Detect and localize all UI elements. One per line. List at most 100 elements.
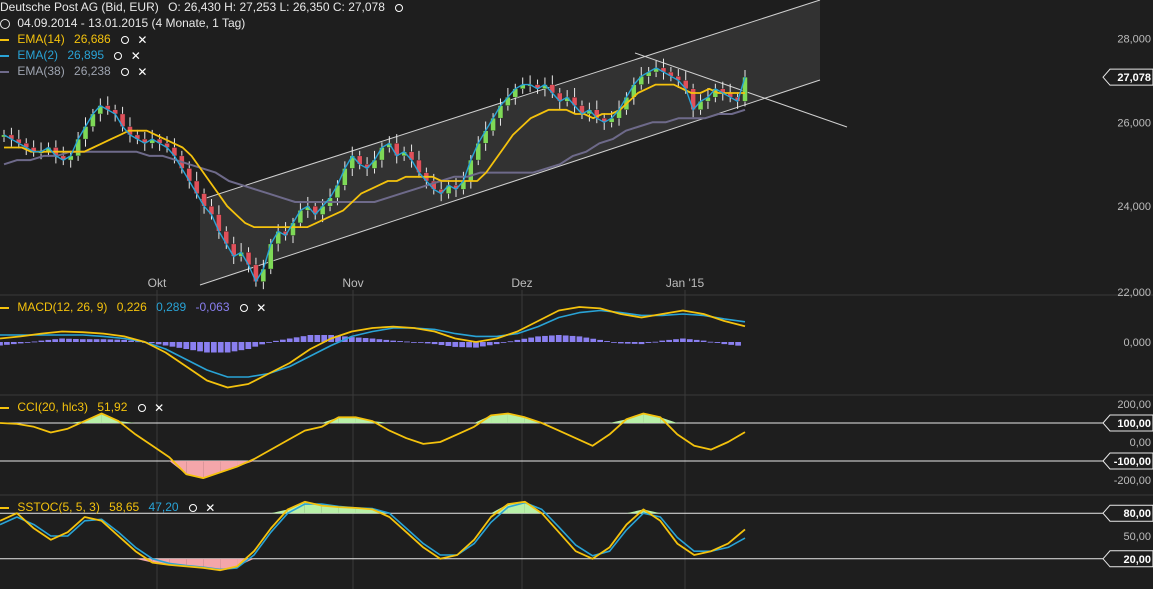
- macd-histogram-bar: [217, 342, 224, 353]
- last-price-label: 27,078: [1117, 72, 1151, 84]
- macd-histogram-bar: [686, 339, 693, 342]
- close-x-icon[interactable]: ✕: [154, 402, 164, 414]
- macd-hist-value: -0,063: [195, 300, 230, 315]
- macd-histogram-bar: [369, 338, 376, 342]
- sstoc-label: SSTOC(5, 5, 3): [17, 500, 100, 515]
- close-x-icon[interactable]: ✕: [205, 502, 215, 514]
- visibility-circle-icon[interactable]: [121, 35, 130, 44]
- macd-histogram-bar: [652, 341, 659, 343]
- macd-histogram-bar: [204, 342, 210, 353]
- close-x-icon[interactable]: ✕: [256, 302, 266, 314]
- macd-histogram-bar: [307, 335, 314, 342]
- macd-histogram-bar: [238, 342, 245, 351]
- macd-histogram-bar: [279, 339, 286, 342]
- cci-tick-label: 100,00: [1117, 418, 1151, 430]
- macd-histogram-bar: [86, 339, 93, 342]
- visibility-circle-icon[interactable]: [239, 303, 248, 312]
- macd-histogram-bar: [645, 342, 652, 343]
- macd-histogram-bar: [438, 342, 445, 346]
- close-x-icon[interactable]: ✕: [137, 34, 147, 46]
- macd-histogram-bar: [631, 342, 638, 344]
- price-tick-label: 22,000: [1117, 287, 1151, 299]
- macd-histogram-bar: [31, 341, 38, 343]
- visibility-circle-icon[interactable]: [137, 403, 146, 412]
- macd-histogram-bar: [286, 338, 293, 342]
- date-range-row: 04.09.2014 - 13.01.2015 (4 Monate, 1 Tag…: [0, 16, 245, 31]
- macd-label: MACD(12, 26, 9): [17, 300, 108, 315]
- visibility-circle-icon[interactable]: [395, 3, 404, 12]
- macd-histogram-bar: [362, 338, 369, 342]
- macd-histogram-bar: [514, 339, 521, 342]
- macd-histogram-bar: [79, 339, 86, 342]
- visibility-circle-icon[interactable]: [188, 503, 197, 512]
- macd-histogram-bar: [73, 338, 79, 342]
- macd-histogram-bar: [93, 339, 100, 342]
- macd-histogram-bar: [38, 340, 45, 342]
- close-x-icon[interactable]: ✕: [137, 66, 147, 78]
- macd-histogram-bar: [314, 335, 321, 342]
- macd-histogram-bar: [17, 342, 24, 344]
- ema38-label: EMA(38): [17, 64, 65, 79]
- sstoc-value: 58,65: [109, 500, 140, 515]
- month-label: Nov: [342, 276, 363, 290]
- macd-histogram-bar: [355, 337, 362, 342]
- cci-tick-label: -200,00: [1114, 475, 1151, 487]
- date-range: 04.09.2014 - 13.01.2015 (4 Monate, 1 Tag…: [17, 16, 246, 31]
- visibility-circle-icon[interactable]: [114, 51, 123, 60]
- macd-histogram-bar: [169, 342, 176, 347]
- close-x-icon[interactable]: ✕: [131, 50, 141, 62]
- sstoc-tick-label: 80,00: [1123, 508, 1151, 520]
- macd-histogram-bar: [480, 342, 486, 347]
- macd-histogram-bar: [252, 342, 259, 347]
- ema14-label: EMA(14): [17, 32, 65, 47]
- macd-tick-label: 0,000: [1123, 337, 1151, 349]
- macd-histogram-bar: [52, 339, 59, 342]
- macd-histogram-bar: [445, 342, 452, 346]
- macd-histogram-bar: [162, 342, 169, 346]
- macd-histogram-bar: [300, 336, 307, 342]
- cci-tick-label: -100,00: [1114, 456, 1151, 468]
- macd-histogram-bar: [673, 339, 679, 342]
- macd-histogram-bar: [542, 335, 548, 342]
- ema2-swatch: [0, 54, 9, 57]
- macd-histogram-bar: [10, 342, 17, 345]
- macd-histogram-bar: [176, 342, 183, 348]
- macd-histogram-bar: [114, 339, 121, 342]
- macd-histogram-bar: [155, 342, 162, 345]
- symbol-title: Deutsche Post AG (Bid, EUR): [0, 0, 159, 15]
- macd-histogram-bar: [4, 342, 10, 345]
- macd-histogram-bar: [397, 341, 403, 342]
- sstoc-legend: SSTOC(5, 5, 3) 58,65 47,20 ✕: [0, 500, 215, 515]
- month-label: Okt: [148, 276, 167, 290]
- macd-histogram-bar: [245, 342, 252, 349]
- macd-histogram-bar: [500, 342, 507, 343]
- macd-histogram-bar: [714, 342, 721, 343]
- macd-histogram-bar: [383, 339, 390, 342]
- macd-histogram-bar: [66, 338, 72, 342]
- macd-histogram-bar: [266, 342, 272, 343]
- ema2-value: 26,895: [67, 48, 105, 63]
- cci-value: 51,92: [97, 400, 128, 415]
- cci-label: CCI(20, hlc3): [17, 400, 89, 415]
- macd-histogram-bar: [680, 338, 686, 342]
- macd-histogram-bar: [583, 337, 590, 342]
- macd-histogram-bar: [590, 338, 597, 342]
- cci-legend: CCI(20, hlc3) 51,92 ✕: [0, 400, 164, 415]
- price-tick-label: 28,000: [1117, 34, 1151, 46]
- sstoc-tick-label: 50,00: [1123, 531, 1151, 543]
- sstoc-signal-value: 47,20: [148, 500, 179, 515]
- macd-histogram-bar: [486, 342, 493, 346]
- macd-histogram-bar: [611, 342, 617, 343]
- visibility-circle-icon[interactable]: [121, 67, 130, 76]
- macd-line: [0, 306, 746, 389]
- macd-histogram-bar: [183, 342, 190, 349]
- macd-histogram-bar: [231, 342, 238, 352]
- price-tick-label: 24,000: [1117, 201, 1151, 213]
- macd-histogram-bar: [569, 335, 576, 342]
- macd-histogram-bar: [24, 342, 31, 343]
- macd-histogram-bar: [493, 342, 500, 345]
- ema14-value: 26,686: [74, 32, 111, 47]
- macd-histogram-bar: [293, 337, 300, 342]
- month-label: Jan '15: [666, 276, 705, 290]
- macd-histogram-bar: [576, 336, 583, 342]
